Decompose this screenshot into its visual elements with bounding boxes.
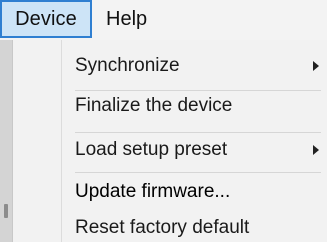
menu-item-synchronize[interactable]: Synchronize: [75, 48, 327, 84]
menu-item-finalize-device[interactable]: Finalize the device: [75, 88, 327, 124]
menu-icon-gutter-divider: [61, 40, 62, 242]
menu-separator: [75, 172, 321, 173]
menu-device[interactable]: Device: [0, 0, 92, 38]
app-window: Device Help Synchronize Finalize the dev…: [0, 0, 327, 242]
menu-item-label: Synchronize: [75, 55, 180, 76]
menu-bar: Device Help: [0, 0, 327, 41]
menu-item-label: Finalize the device: [75, 95, 233, 116]
menu-help[interactable]: Help: [106, 0, 147, 38]
menu-item-load-setup-preset[interactable]: Load setup preset: [75, 132, 327, 168]
menu-item-update-firmware[interactable]: Update firmware...: [75, 174, 327, 210]
menu-item-label: Reset factory default: [75, 217, 250, 238]
resize-grip-icon: [4, 204, 8, 218]
menu-item-label: Update firmware...: [75, 181, 231, 202]
menu-item-reset-factory-default[interactable]: Reset factory default: [75, 210, 327, 242]
chevron-right-icon: [313, 61, 319, 71]
menu-item-label: Load setup preset: [75, 139, 228, 160]
chevron-right-icon: [313, 145, 319, 155]
device-dropdown-menu: Synchronize Finalize the device Load set…: [12, 40, 327, 242]
